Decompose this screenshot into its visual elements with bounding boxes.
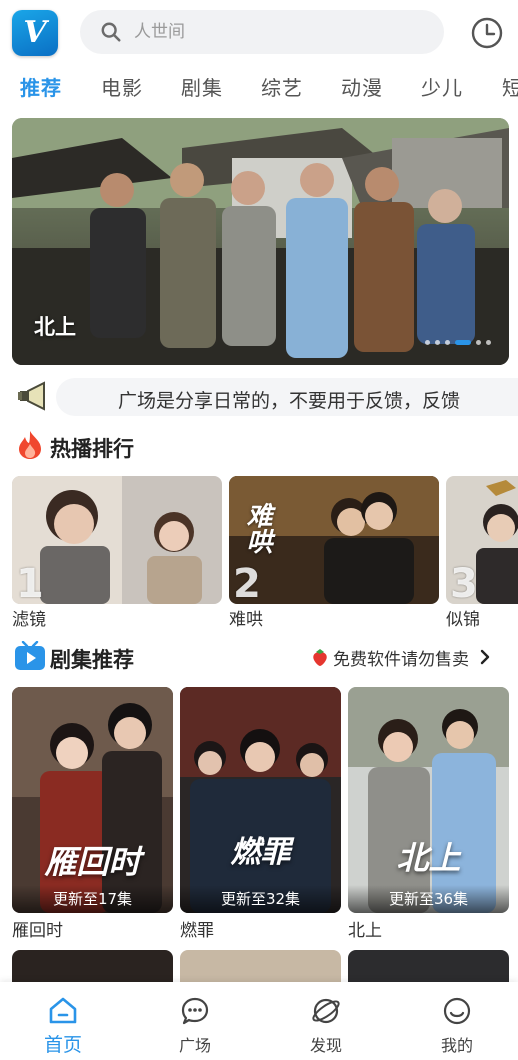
banner-image <box>12 118 509 365</box>
bottom-navigation: 首页 广场 发现 我的 <box>0 982 518 1060</box>
drama-item-name[interactable]: 雁回时 <box>12 916 63 941</box>
carousel-dot[interactable] <box>425 340 430 345</box>
hot-card-2[interactable]: 2 难哄 <box>229 476 439 604</box>
category-tabs: 推荐 电影 剧集 综艺 动漫 少儿 短 <box>0 72 518 108</box>
more-link-text: 免费软件请勿售卖 <box>333 649 469 670</box>
drama-card-1[interactable]: 雁回时 更新至17集 <box>12 687 173 913</box>
nav-square[interactable]: 广场 <box>155 996 235 1056</box>
nav-profile[interactable]: 我的 <box>417 996 497 1056</box>
poster-image <box>348 687 509 913</box>
carousel-indicator <box>425 340 491 345</box>
notice-marquee: 广场是分享日常的，不要用于反馈，反馈 <box>56 378 518 416</box>
tab-movies[interactable]: 电影 <box>101 72 143 101</box>
tab-series[interactable]: 剧集 <box>181 72 223 101</box>
drama-item-name[interactable]: 燃罪 <box>180 916 214 941</box>
carousel-dot-active[interactable] <box>455 340 471 345</box>
search-bar[interactable] <box>80 10 444 54</box>
tab-variety[interactable]: 综艺 <box>261 72 303 101</box>
smile-icon <box>443 997 471 1025</box>
banner-carousel[interactable]: 北上 <box>12 118 509 365</box>
carousel-dot[interactable] <box>435 340 440 345</box>
section-title-hot: 热播排行 <box>50 437 134 461</box>
poster-title-art: 雁回时 <box>44 843 141 881</box>
carousel-dot[interactable] <box>445 340 450 345</box>
banner-title: 北上 <box>34 315 76 339</box>
drama-item-name[interactable]: 北上 <box>348 916 382 941</box>
nav-label: 首页 <box>43 1034 82 1056</box>
poster-image <box>180 687 341 913</box>
update-status: 更新至36集 <box>348 885 509 913</box>
tab-anime[interactable]: 动漫 <box>341 72 383 101</box>
carousel-dot[interactable] <box>486 340 491 345</box>
update-status: 更新至32集 <box>180 885 341 913</box>
megaphone-icon <box>18 381 45 411</box>
rank-number: 1 <box>16 561 44 604</box>
hot-item-name[interactable]: 滤镜 <box>12 605 46 630</box>
planet-icon <box>312 998 340 1024</box>
drama-card-2[interactable]: 燃罪 更新至32集 <box>180 687 341 913</box>
drama-card-3[interactable]: 北上 更新至36集 <box>348 687 509 913</box>
more-link[interactable]: 免费软件请勿售卖 <box>310 645 491 670</box>
hot-card-1[interactable]: 1 <box>12 476 222 604</box>
update-status: 更新至17集 <box>12 885 173 913</box>
tv-play-icon <box>15 641 45 670</box>
chat-icon <box>181 997 209 1025</box>
poster-title-art: 难哄 <box>242 502 272 554</box>
chevron-right-icon <box>480 649 490 665</box>
notice-text: 广场是分享日常的，不要用于反馈，反馈 <box>118 390 461 412</box>
strawberry-icon <box>313 649 327 666</box>
notice-bar[interactable]: 广场是分享日常的，不要用于反馈，反馈 <box>0 374 518 418</box>
nav-label: 广场 <box>178 1036 211 1055</box>
nav-home[interactable]: 首页 <box>23 996 103 1057</box>
nav-label: 我的 <box>440 1036 473 1055</box>
tab-short[interactable]: 短 <box>502 72 518 101</box>
app-logo[interactable]: V <box>12 10 58 56</box>
poster-title-art: 燃罪 <box>230 835 291 870</box>
hot-card-3[interactable]: 3 <box>446 476 518 604</box>
history-icon[interactable] <box>470 16 504 50</box>
search-icon <box>101 22 121 42</box>
rank-number: 2 <box>233 561 261 604</box>
home-icon <box>49 997 77 1024</box>
tab-kids[interactable]: 少儿 <box>421 72 463 101</box>
top-bar: V <box>0 0 518 64</box>
tab-recommend[interactable]: 推荐 <box>20 72 62 101</box>
hot-item-name[interactable]: 难哄 <box>229 605 263 630</box>
rank-number: 3 <box>450 561 478 604</box>
poster-title-art: 北上 <box>396 839 461 877</box>
nav-discover[interactable]: 发现 <box>286 996 366 1056</box>
nav-label: 发现 <box>309 1036 342 1055</box>
fire-icon <box>19 431 41 459</box>
hot-item-name[interactable]: 似锦 <box>446 605 480 630</box>
search-input[interactable] <box>134 22 414 42</box>
section-title-drama: 剧集推荐 <box>50 648 134 672</box>
carousel-dot[interactable] <box>476 340 481 345</box>
